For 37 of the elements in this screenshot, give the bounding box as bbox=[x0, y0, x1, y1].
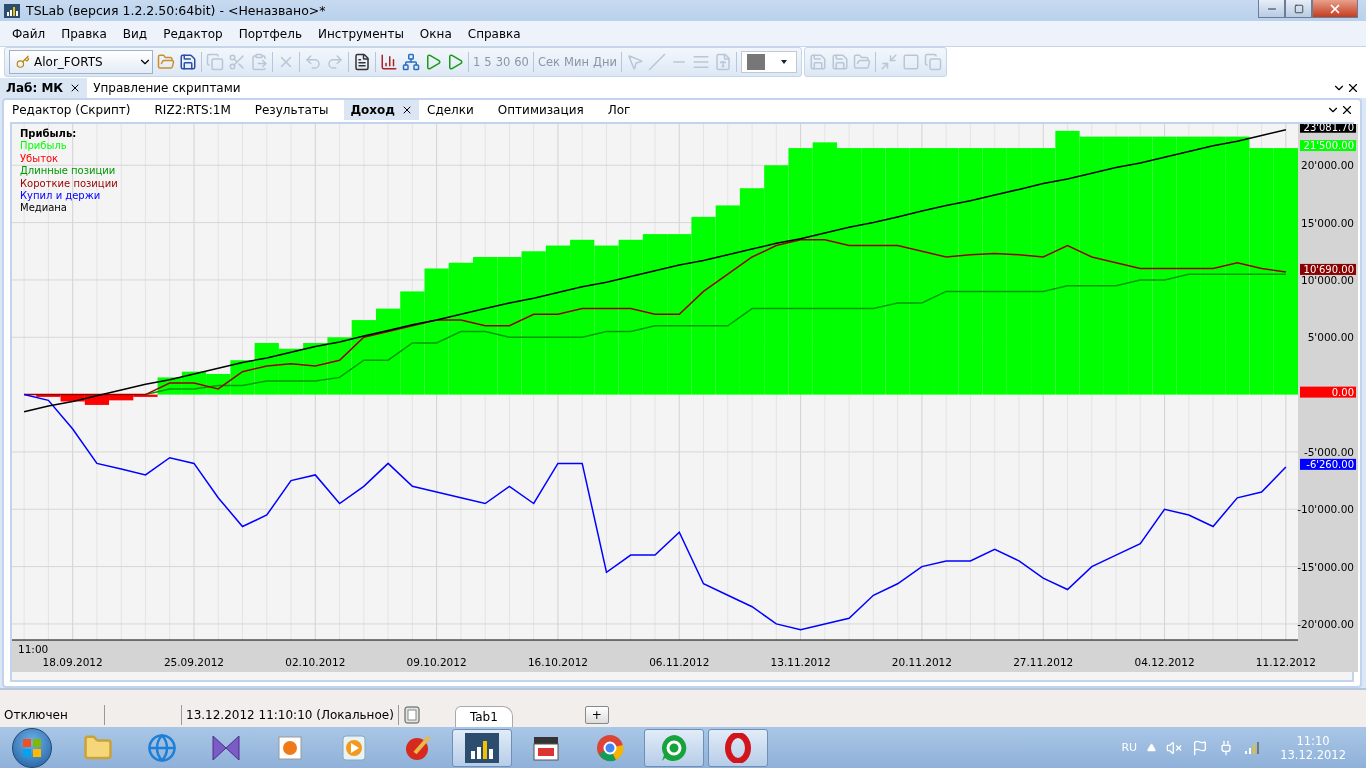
clock-time: 11:10 bbox=[1296, 733, 1330, 748]
legend-label: Прибыль bbox=[20, 140, 68, 153]
axis-label: 10'000.00 bbox=[1301, 273, 1354, 286]
value-tag: 10'690.00 bbox=[1300, 263, 1356, 275]
axis-label: -15'000.00 bbox=[1297, 560, 1354, 573]
legend-label: Медиана bbox=[20, 202, 68, 215]
clock-date: 13.12.2012 bbox=[1280, 747, 1346, 762]
axis-label: 02.10.2012 bbox=[285, 656, 346, 668]
value-tag: 23'081.70 bbox=[1300, 124, 1356, 133]
connection-status: Отключен bbox=[0, 705, 105, 726]
axis-label: 25.09.2012 bbox=[163, 656, 225, 668]
axis-label: 5'000.00 bbox=[1307, 331, 1354, 344]
value-tag: 0.00 bbox=[1300, 386, 1356, 398]
local-time: 13.12.2012 11:10:10 (Локальное) bbox=[182, 705, 399, 726]
legend-label: Купил и держи bbox=[20, 190, 102, 203]
time-label: 11:00 bbox=[18, 643, 49, 655]
axis-label: -5'000.00 bbox=[1303, 445, 1354, 458]
window-title: TSLab (версия 1.2.2.50:64bit) - <Неназвано>* bbox=[26, 3, 327, 19]
axis-label: 16.10.2012 bbox=[527, 656, 588, 668]
value-tag: -6'260.00 bbox=[1300, 458, 1356, 470]
legend-title: Прибыль: bbox=[20, 128, 78, 141]
legend-label: Убыток bbox=[20, 152, 60, 166]
axis-label: 27.11.2012 bbox=[1013, 656, 1074, 668]
axis-label: 15'000.00 bbox=[1301, 216, 1354, 229]
axis-label: 20'000.00 bbox=[1301, 159, 1354, 172]
legend-label: Длинные позиции bbox=[20, 165, 117, 178]
axis-label: 06.11.2012 bbox=[649, 656, 710, 668]
legend-label: Короткие позиции bbox=[20, 177, 118, 191]
axis-label: -10'000.00 bbox=[1297, 503, 1354, 516]
axis-label: 04.12.2012 bbox=[1134, 656, 1195, 668]
axis-label: 20.11.2012 bbox=[891, 656, 952, 668]
axis-label: 09.10.2012 bbox=[406, 656, 467, 668]
axis-label: 13.11.2012 bbox=[770, 656, 831, 668]
axis-label: 11.12.2012 bbox=[1255, 656, 1316, 668]
axis-label: -20'000.00 bbox=[1297, 617, 1354, 630]
value-tag: 21'500.00 bbox=[1300, 140, 1356, 152]
axis-label: 18.09.2012 bbox=[42, 656, 103, 668]
